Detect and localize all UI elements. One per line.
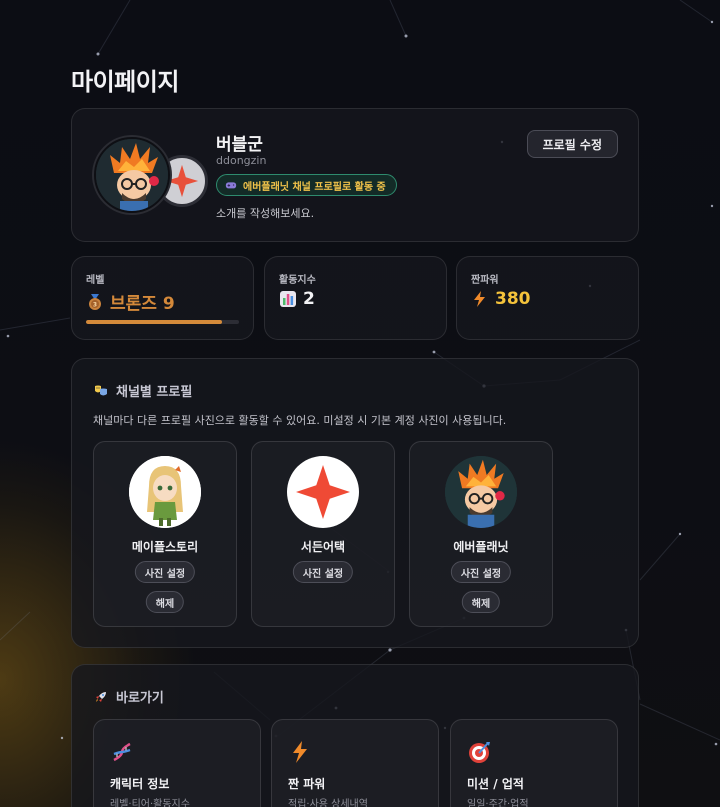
shortcut-subtitle: 레벨·티어·활동지수 [110, 799, 190, 807]
channel-profiles-header: 채널별 프로필 [94, 381, 192, 400]
stat-fanpower-card: 짠파워 380 [456, 256, 639, 340]
suddenattack-avatar[interactable] [287, 456, 359, 528]
character-avatar-icon [445, 456, 517, 528]
remove-photo-button-everplanet[interactable]: 해제 [461, 591, 501, 613]
everplanet-avatar[interactable] [445, 456, 517, 528]
theater-masks-icon [95, 385, 107, 395]
shortcut-missions[interactable]: 미션 / 업적 일일·주간·업적 [450, 719, 618, 807]
user-id: ddongzin [216, 154, 267, 167]
active-channel-badge: 에버플래닛 채널 프로필로 활동 중 [216, 174, 397, 196]
sudden-attack-logo-icon [296, 465, 350, 519]
channel-card-suddenattack: 서든어택 사진 설정 [251, 441, 395, 627]
channel-profiles-section: 채널별 프로필 채널마다 다른 프로필 사진으로 활동할 수 있어요. 미설정 … [71, 358, 639, 648]
set-photo-button-maplestory[interactable]: 사진 설정 [134, 561, 196, 583]
profile-avatar[interactable] [94, 137, 170, 213]
shortcuts-header: 바로가기 [94, 687, 164, 706]
shortcut-character-info[interactable]: 캐릭터 정보 레벨·티어·활동지수 [93, 719, 261, 807]
shortcut-subtitle: 일일·주간·업적 [467, 799, 529, 807]
activity-label: 활동지수 [279, 275, 316, 286]
dna-icon [113, 742, 131, 762]
shortcut-title: 미션 / 업적 [467, 777, 524, 791]
channel-name-maplestory: 메이플스토리 [131, 540, 199, 554]
set-photo-button-suddenattack[interactable]: 사진 설정 [292, 561, 354, 583]
character-avatar-icon [96, 139, 168, 211]
shortcut-subtitle: 적립·사용 상세내역 [288, 799, 368, 807]
page-title: 마이페이지 [71, 68, 179, 96]
fan-power-label: 짠파워 [471, 275, 499, 286]
edit-profile-button[interactable]: 프로필 수정 [526, 130, 618, 158]
channel-card-maplestory: 메이플스토리 사진 설정 해제 [93, 441, 237, 627]
maplestory-avatar[interactable] [129, 456, 201, 528]
rocket-icon [96, 691, 106, 702]
level-label: 레벨 [86, 275, 105, 286]
stat-level-card: 레벨 3 브론즈 9 [71, 256, 254, 340]
target-icon [469, 742, 490, 763]
channel-profiles-title: 채널별 프로필 [116, 385, 193, 400]
level-value: 브론즈 9 [110, 294, 175, 314]
remove-photo-button-maplestory[interactable]: 해제 [145, 591, 185, 613]
activity-value: 2 [303, 289, 315, 309]
channel-name-everplanet: 에버플래닛 [453, 540, 509, 554]
user-bio: 소개를 작성해보세요. [216, 207, 315, 220]
shortcut-fan-power[interactable]: 짠 파워 적립·사용 상세내역 [271, 719, 439, 807]
shortcuts-section: 바로가기 캐릭터 정보 레벨·티어·활동지수 짠 파워 적립·사용 상세내역 미… [71, 664, 639, 807]
shortcuts-title: 바로가기 [116, 691, 164, 706]
channel-badge-label: 에버플래닛 채널 프로필로 활동 중 [243, 181, 386, 193]
gamepad-icon [225, 182, 237, 189]
channel-name-suddenattack: 서든어택 [300, 540, 346, 554]
shortcut-title: 캐릭터 정보 [110, 777, 170, 791]
bar-chart-icon [280, 291, 296, 307]
channel-profiles-description: 채널마다 다른 프로필 사진으로 활동할 수 있어요. 미설정 시 기본 계정 … [93, 414, 507, 427]
shortcut-title: 짠 파워 [288, 777, 326, 791]
level-progress-fill [86, 320, 223, 324]
lightning-icon [293, 741, 307, 763]
stat-activity-card: 활동지수 2 [264, 256, 447, 340]
fan-power-value: 380 [495, 289, 531, 309]
set-photo-button-everplanet[interactable]: 사진 설정 [450, 561, 512, 583]
level-progress-bar [86, 320, 239, 324]
lightning-icon [474, 291, 485, 307]
user-name: 버블군 [216, 135, 263, 155]
svg-text:3: 3 [93, 301, 97, 308]
channel-card-everplanet: 에버플래닛 사진 설정 해제 [409, 441, 553, 627]
profile-card: 버블군 ddongzin 에버플래닛 채널 프로필로 활동 중 소개를 작성해보… [71, 108, 639, 242]
character-avatar-icon [129, 456, 201, 528]
bronze-medal-icon: 3 [89, 293, 101, 310]
